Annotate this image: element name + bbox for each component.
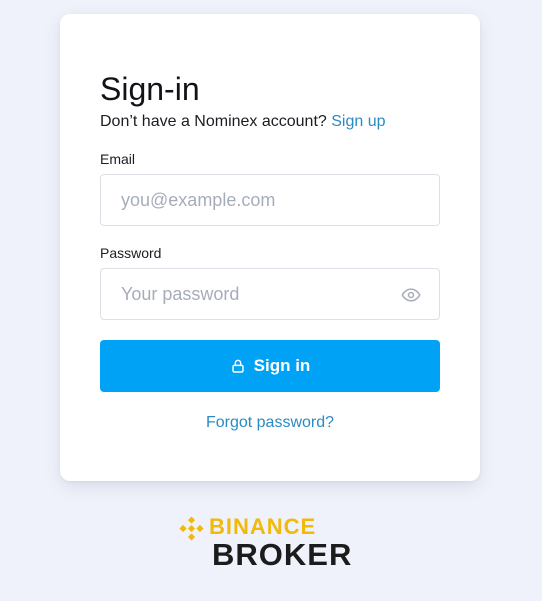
password-field[interactable] [101,269,439,319]
email-label: Email [100,151,136,167]
logo-product-text: BROKER [212,537,353,572]
email-field-container [100,174,440,226]
password-label: Password [100,245,162,261]
binance-broker-logo: BINANCE BROKER [176,513,366,573]
page-title: Sign-in [100,71,200,107]
signin-card: Sign-in Don’t have a Nominex account? Si… [60,14,480,481]
signin-button[interactable]: Sign in [100,340,440,392]
forgot-password-link[interactable]: Forgot password? [100,414,440,432]
no-account-text: Don’t have a Nominex account? [100,113,327,130]
signup-prompt: Don’t have a Nominex account? Sign up [100,113,386,131]
password-field-container [100,268,440,320]
eye-icon[interactable] [401,285,421,305]
binance-diamond-icon [179,516,204,541]
signin-button-label: Sign in [253,356,311,375]
logo-brand-text: BINANCE [209,514,317,539]
email-field[interactable] [101,175,439,225]
signup-link[interactable]: Sign up [331,113,385,130]
lock-icon [231,359,244,373]
